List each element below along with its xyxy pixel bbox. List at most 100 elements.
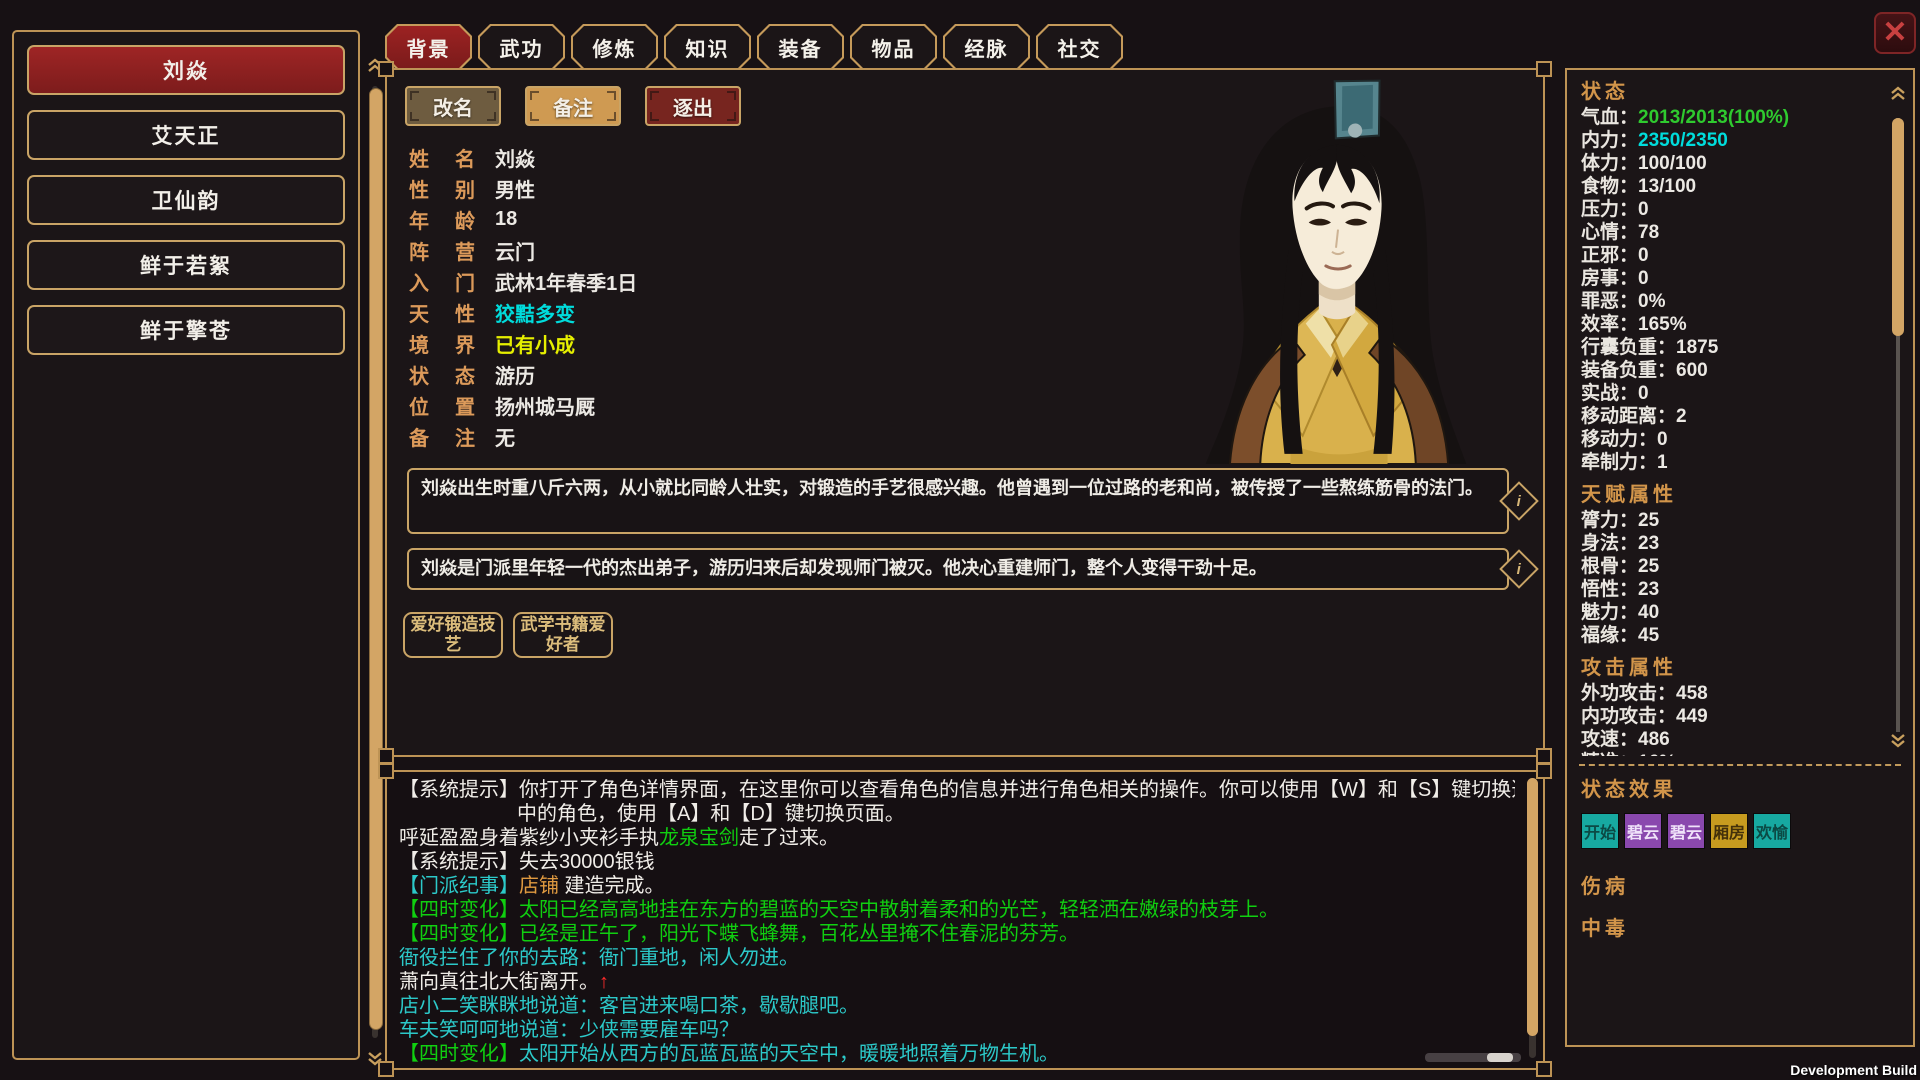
trait-tag[interactable]: 武学书籍爱好者	[513, 612, 613, 658]
stat-value: 23	[1638, 533, 1659, 554]
stat-row: 膂力：25	[1581, 509, 1877, 532]
poison-section-title: 中毒	[1581, 915, 1899, 943]
status-effect-badge[interactable]: 欢愉	[1753, 813, 1791, 849]
stat-label: 根骨：	[1581, 556, 1638, 577]
stat-label: 体力：	[1581, 153, 1638, 174]
stat-label: 食物：	[1581, 176, 1638, 197]
party-member-button[interactable]: 刘焱	[27, 45, 345, 95]
log-panel: 【系统提示】你打开了角色详情界面，在这里你可以查看角色的信息并进行角色相关的操作…	[385, 770, 1545, 1070]
stat-row: 福缘：45	[1581, 624, 1877, 647]
party-member-list: 刘焱艾天正卫仙韵鲜于若絮鲜于擎苍	[14, 45, 358, 355]
log-segment: 【四时变化】太阳已经高高地挂在东方的碧蓝的天空中散射着柔和的光芒，轻轻洒在嫩绿的…	[399, 899, 1279, 921]
field-label: 境界	[409, 329, 475, 358]
tab-社交[interactable]: 社交	[1036, 24, 1123, 70]
dev-build-watermark: Development Build	[1790, 1062, 1917, 1078]
stat-label: 福缘：	[1581, 625, 1638, 646]
stat-row: 正邪：0	[1581, 244, 1877, 267]
stat-value: 25	[1638, 510, 1659, 531]
close-button[interactable]: ✕	[1874, 12, 1916, 54]
stat-row: 体力：100/100	[1581, 152, 1877, 175]
tab-武功[interactable]: 武功	[478, 24, 565, 70]
stat-label: 移动力：	[1581, 429, 1657, 450]
tab-经脉[interactable]: 经脉	[943, 24, 1030, 70]
stat-row: 身法：23	[1581, 532, 1877, 555]
rename-button[interactable]: 改名	[405, 86, 501, 126]
expel-button[interactable]: 逐出	[645, 86, 741, 126]
field-value: 男性	[495, 174, 535, 203]
stat-value: 1	[1657, 452, 1668, 473]
tab-修炼[interactable]: 修炼	[571, 24, 658, 70]
tab-装备[interactable]: 装备	[757, 24, 844, 70]
stats-scroll-thumb[interactable]	[1892, 118, 1904, 336]
field-row: 入门武林1年春季1日	[409, 266, 637, 297]
stat-label: 攻速：	[1581, 729, 1638, 750]
status-effect-badge[interactable]: 开始	[1581, 813, 1619, 849]
stats-scroll-area: 状态气血：2013/2013(100%)内力：2350/2350体力：100/1…	[1581, 78, 1877, 756]
stats-scroll-down-icon[interactable]	[1890, 732, 1906, 748]
tab-label: 物品	[850, 24, 937, 70]
tab-物品[interactable]: 物品	[850, 24, 937, 70]
stat-row: 精准：16%	[1581, 751, 1877, 756]
stat-value: 0	[1657, 429, 1668, 450]
stat-row: 悟性：23	[1581, 578, 1877, 601]
tab-label: 武功	[478, 24, 565, 70]
log-line: 【门派纪事】店铺 建造完成。	[399, 874, 1515, 898]
status-effect-badge[interactable]: 碧云	[1624, 813, 1662, 849]
bio-birth-text: 刘焱出生时重八斤六两，从小就比同龄人壮实，对锻造的手艺很感兴趣。他曾遇到一位过路…	[407, 468, 1509, 534]
party-member-button[interactable]: 艾天正	[27, 110, 345, 160]
tab-知识[interactable]: 知识	[664, 24, 751, 70]
field-row: 性别男性	[409, 173, 637, 204]
status-effect-badge[interactable]: 厢房	[1710, 813, 1748, 849]
stat-row: 气血：2013/2013(100%)	[1581, 106, 1877, 129]
party-member-button[interactable]: 鲜于若絮	[27, 240, 345, 290]
log-line: 呼延盈盈身着紫纱小夹衫手执龙泉宝剑走了过来。	[399, 826, 1515, 850]
stat-value: 0	[1638, 245, 1649, 266]
stats-section-title: 状态	[1581, 78, 1877, 106]
panel-corner-ornament	[378, 61, 394, 77]
stat-value: 40	[1638, 602, 1659, 623]
stat-value: 100/100	[1638, 153, 1707, 174]
party-scroll-thumb[interactable]	[369, 88, 383, 1030]
stat-row: 效率：165%	[1581, 313, 1877, 336]
stat-label: 牵制力：	[1581, 452, 1657, 473]
tab-背景[interactable]: 背景	[385, 24, 472, 70]
stat-value: 165%	[1638, 314, 1687, 335]
party-scrollbar	[366, 58, 384, 1066]
stats-scroll-up-icon[interactable]	[1890, 86, 1906, 102]
stat-label: 膂力：	[1581, 510, 1638, 531]
info-icon: i	[1517, 560, 1521, 577]
log-hscroll-track[interactable]	[1425, 1053, 1521, 1062]
log-line: 店小二笑眯眯地说道：客官进来喝口茶，歇歇腿吧。	[399, 994, 1515, 1018]
party-member-button[interactable]: 鲜于擎苍	[27, 305, 345, 355]
log-scroll-thumb[interactable]	[1527, 778, 1538, 1036]
trait-tag[interactable]: 爱好锻造技艺	[403, 612, 503, 658]
stat-label: 罪恶：	[1581, 291, 1638, 312]
stat-value: 2013/2013(100%)	[1638, 107, 1789, 128]
status-effect-badge[interactable]: 碧云	[1667, 813, 1705, 849]
log-message-list: 【系统提示】你打开了角色详情界面，在这里你可以查看角色的信息并进行角色相关的操作…	[399, 778, 1515, 1066]
log-segment: 【门派纪事】	[399, 875, 519, 897]
character-fields: 姓名刘焱性别男性年龄18阵营云门入门武林1年春季1日天性狡黠多变境界已有小成状态…	[409, 142, 637, 452]
stat-value: 458	[1676, 683, 1708, 704]
field-row: 位置扬州城马厩	[409, 390, 637, 421]
tab-label: 经脉	[943, 24, 1030, 70]
log-hscroll-thumb[interactable]	[1487, 1053, 1513, 1062]
stat-value: 16%	[1638, 752, 1676, 756]
field-value: 扬州城马厩	[495, 391, 595, 420]
log-segment: 太阳开始从西方的瓦蓝瓦蓝的天空中，暖暖地照着万物生机。	[519, 1043, 1059, 1065]
log-segment: 车夫笑呵呵地说道：少侠需要雇车吗？	[399, 1019, 739, 1041]
field-label: 位置	[409, 391, 475, 420]
stats-panel: 状态气血：2013/2013(100%)内力：2350/2350体力：100/1…	[1565, 68, 1915, 1047]
stat-label: 身法：	[1581, 533, 1638, 554]
note-button[interactable]: 备注	[525, 86, 621, 126]
stat-row: 装备负重：600	[1581, 359, 1877, 382]
field-row: 阵营云门	[409, 235, 637, 266]
stat-label: 内力：	[1581, 130, 1638, 151]
field-label: 姓名	[409, 143, 475, 172]
party-member-button[interactable]: 卫仙韵	[27, 175, 345, 225]
log-line: 萧向真往北大街离开。↑	[399, 970, 1515, 994]
field-value: 狡黠多变	[495, 298, 575, 327]
field-row: 天性狡黠多变	[409, 297, 637, 328]
stat-label: 效率：	[1581, 314, 1638, 335]
info-icon: i	[1517, 492, 1521, 509]
